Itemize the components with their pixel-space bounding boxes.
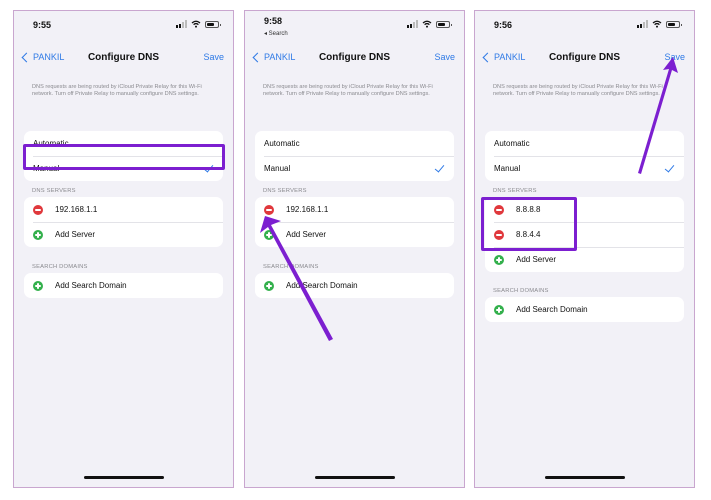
- dns-server-address[interactable]: 8.8.8.8: [516, 205, 684, 214]
- cellular-signal-icon: [176, 20, 187, 28]
- automatic-label: Automatic: [494, 139, 530, 148]
- navigation-bar: PANKIL Configure DNS Save: [475, 45, 694, 69]
- dns-servers-header: DNS SERVERS: [32, 188, 76, 194]
- add-search-domain-label: Add Search Domain: [516, 305, 588, 314]
- dns-server-row: 8.8.8.8: [485, 197, 684, 222]
- page-title: Configure DNS: [548, 52, 621, 63]
- add-server-label: Add Server: [286, 230, 327, 239]
- add-server-row[interactable]: Add Server: [255, 222, 454, 247]
- add-icon: [33, 229, 43, 240]
- battery-icon: [666, 20, 682, 28]
- dns-servers-group: 192.168.1.1 Add Server: [24, 197, 223, 247]
- delete-server-icon[interactable]: [33, 204, 43, 215]
- page-title: Configure DNS: [87, 52, 160, 63]
- automatic-option[interactable]: Automatic: [24, 131, 223, 156]
- manual-option[interactable]: Manual: [485, 156, 684, 181]
- dns-servers-header: DNS SERVERS: [263, 188, 307, 194]
- phone-screenshot-2: 9:58 ◂ Search PANKIL Configure DNS Save …: [244, 10, 465, 488]
- dns-servers-header: DNS SERVERS: [493, 188, 537, 194]
- home-indicator: [83, 476, 164, 479]
- add-search-domain-row[interactable]: Add Search Domain: [24, 273, 223, 298]
- dns-server-address[interactable]: 192.168.1.1: [55, 205, 223, 214]
- search-domains-group: Add Search Domain: [255, 273, 454, 298]
- automatic-label: Automatic: [264, 139, 300, 148]
- dns-server-row: 8.8.4.4: [485, 222, 684, 247]
- status-bar: 9:56: [475, 11, 694, 41]
- add-icon: [33, 280, 43, 291]
- automatic-option[interactable]: Automatic: [255, 131, 454, 156]
- cellular-signal-icon: [407, 20, 418, 28]
- add-server-label: Add Server: [55, 230, 96, 239]
- status-time: 9:55: [33, 20, 52, 30]
- navigation-bar: PANKIL Configure DNS Save: [245, 45, 464, 69]
- save-button[interactable]: Save: [203, 52, 224, 62]
- add-icon: [494, 254, 504, 265]
- add-search-domain-row[interactable]: Add Search Domain: [255, 273, 454, 298]
- search-domains-header: SEARCH DOMAINS: [263, 264, 319, 270]
- dns-server-address[interactable]: 192.168.1.1: [286, 205, 454, 214]
- wifi-icon: [191, 20, 201, 28]
- add-search-domain-label: Add Search Domain: [55, 281, 127, 290]
- status-time: 9:58: [264, 16, 283, 26]
- manual-option[interactable]: Manual: [255, 156, 454, 181]
- add-search-domain-label: Add Search Domain: [286, 281, 358, 290]
- search-domains-group: Add Search Domain: [485, 297, 684, 322]
- back-to-app-link[interactable]: ◂ Search: [264, 30, 288, 37]
- add-search-domain-row[interactable]: Add Search Domain: [485, 297, 684, 322]
- private-relay-note: DNS requests are being routed by iCloud …: [493, 84, 663, 98]
- add-icon: [264, 229, 274, 240]
- phone-screenshot-1: 9:55 PANKIL Configure DNS Save DNS reque…: [13, 10, 234, 488]
- search-domains-group: Add Search Domain: [24, 273, 223, 298]
- add-server-label: Add Server: [516, 255, 557, 264]
- dns-server-row: 192.168.1.1: [255, 197, 454, 222]
- add-server-row[interactable]: Add Server: [24, 222, 223, 247]
- private-relay-note: DNS requests are being routed by iCloud …: [32, 84, 202, 98]
- manual-label: Manual: [264, 164, 291, 173]
- battery-icon: [205, 20, 221, 28]
- automatic-option[interactable]: Automatic: [485, 131, 684, 156]
- manual-label: Manual: [494, 164, 521, 173]
- search-domains-header: SEARCH DOMAINS: [493, 288, 549, 294]
- dns-servers-group: 8.8.8.8 8.8.4.4 Add Server: [485, 197, 684, 272]
- delete-server-icon[interactable]: [264, 204, 274, 215]
- private-relay-note: DNS requests are being routed by iCloud …: [263, 84, 433, 98]
- arrow-to-delete-icon: [260, 216, 333, 341]
- search-domains-header: SEARCH DOMAINS: [32, 264, 88, 270]
- dns-server-row: 192.168.1.1: [24, 197, 223, 222]
- dns-mode-group: Automatic Manual: [485, 131, 684, 181]
- battery-icon: [436, 20, 452, 28]
- dns-servers-group: 192.168.1.1 Add Server: [255, 197, 454, 247]
- add-server-row[interactable]: Add Server: [485, 247, 684, 272]
- dns-mode-group: Automatic Manual: [24, 131, 223, 181]
- page-title: Configure DNS: [318, 52, 391, 63]
- delete-server-icon[interactable]: [494, 204, 504, 215]
- status-icons: [176, 20, 221, 28]
- home-indicator: [314, 476, 395, 479]
- automatic-label: Automatic: [33, 139, 69, 148]
- cellular-signal-icon: [637, 20, 648, 28]
- status-icons: [637, 20, 682, 28]
- navigation-bar: PANKIL Configure DNS Save: [14, 45, 233, 69]
- home-indicator: [544, 476, 625, 479]
- add-icon: [264, 280, 274, 291]
- add-icon: [494, 304, 504, 315]
- status-bar: 9:58 ◂ Search: [245, 11, 464, 41]
- status-time: 9:56: [494, 20, 513, 30]
- save-button[interactable]: Save: [664, 52, 685, 62]
- status-icons: [407, 20, 452, 28]
- manual-option[interactable]: Manual: [24, 156, 223, 181]
- phone-screenshot-3: 9:56 PANKIL Configure DNS Save DNS reque…: [474, 10, 695, 488]
- status-bar: 9:55: [14, 11, 233, 41]
- save-button[interactable]: Save: [434, 52, 455, 62]
- delete-server-icon[interactable]: [494, 229, 504, 240]
- manual-label: Manual: [33, 164, 60, 173]
- dns-mode-group: Automatic Manual: [255, 131, 454, 181]
- wifi-icon: [652, 20, 662, 28]
- dns-server-address[interactable]: 8.8.4.4: [516, 230, 684, 239]
- wifi-icon: [422, 20, 432, 28]
